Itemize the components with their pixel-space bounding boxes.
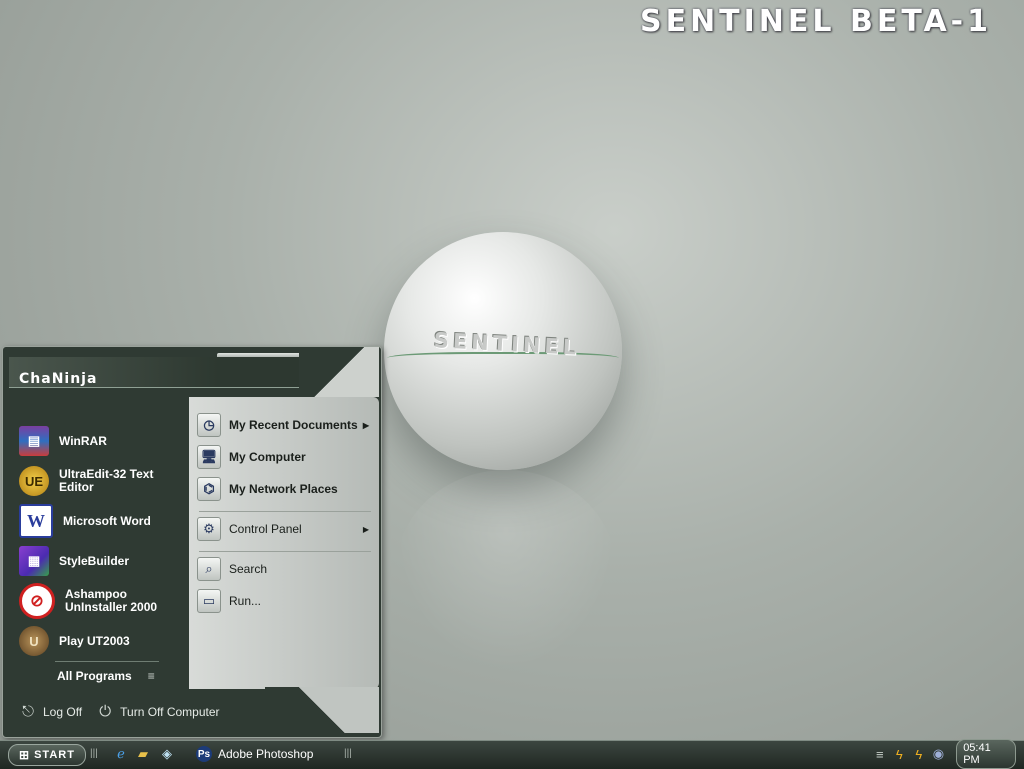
start-menu: ChaNinja ▤ WinRAR UE UltraEdit-32 Text E… (2, 346, 382, 738)
start-button[interactable]: ⊞ START (8, 744, 86, 766)
task-button-photoshop[interactable]: Ps Adobe Photoshop (196, 744, 340, 764)
show-desktop-icon[interactable]: ◈ (158, 745, 176, 763)
sentinel-sphere: SENTINEL (384, 232, 624, 472)
menu-lines-icon: ≡ (147, 669, 155, 683)
all-programs-separator (55, 661, 159, 662)
stylebuilder-icon: ▦ (19, 546, 49, 576)
lightning-icon[interactable]: ϟ (892, 746, 908, 762)
program-item-word[interactable]: W Microsoft Word (19, 501, 189, 541)
right-separator (199, 511, 371, 512)
program-item-winrar[interactable]: ▤ WinRAR (19, 421, 189, 461)
control-panel-icon: ⚙ (197, 517, 221, 541)
program-label: UltraEdit-32 Text Editor (59, 467, 154, 494)
network-icon: ⌬ (197, 477, 221, 501)
program-item-ashampoo[interactable]: ⊘ Ashampoo UnInstaller 2000 (19, 581, 189, 621)
right-separator (199, 551, 371, 552)
control-panel-label: Control Panel (229, 522, 302, 536)
submenu-arrow-icon: ▶ (362, 420, 369, 430)
user-name: ChaNinja (19, 371, 98, 387)
control-panel-item[interactable]: ⚙ Control Panel ▶ (197, 515, 373, 543)
all-programs-label: All Programs (57, 669, 132, 683)
my-computer-label: My Computer (229, 450, 306, 464)
run-item[interactable]: ▭ Run... (197, 587, 373, 615)
program-label: Play UT2003 (59, 633, 130, 648)
photoshop-icon: Ps (196, 746, 212, 762)
run-label: Run... (229, 594, 262, 608)
ashampoo-icon: ⊘ (19, 583, 55, 619)
clock[interactable]: 05:41 PM (956, 739, 1016, 769)
winrar-icon: ▤ (19, 426, 49, 456)
ultraedit-icon: UE (19, 466, 49, 496)
network-places-label: My Network Places (229, 482, 338, 496)
sphere-reflection (396, 470, 616, 670)
turn-off-label: Turn Off Computer (120, 705, 220, 719)
submenu-arrow-icon: ▶ (362, 524, 369, 534)
program-item-ut2003[interactable]: U Play UT2003 (19, 621, 189, 661)
desktop-banner: SENTINEL BETA-1 (639, 4, 992, 39)
ut2003-icon: U (19, 626, 49, 656)
lightning-icon[interactable]: ϟ (911, 746, 927, 762)
recent-documents-label: My Recent Documents (229, 418, 358, 432)
search-label: Search (229, 562, 268, 576)
taskbar-grip-icon[interactable]: ||| (344, 748, 352, 759)
my-computer-item[interactable]: 🖥 My Computer (197, 443, 373, 471)
volume-icon[interactable]: ◉ (931, 746, 947, 762)
internet-explorer-icon[interactable]: ℯ (112, 745, 130, 763)
program-label: Ashampoo UnInstaller 2000 (65, 587, 158, 614)
task-label: Adobe Photoshop (218, 747, 314, 761)
windows-logo-icon: ⊞ (19, 748, 31, 762)
recent-documents-item[interactable]: ◷ My Recent Documents ▶ (197, 411, 373, 439)
taskbar-grip-icon[interactable]: ||| (90, 748, 98, 759)
tray-menu-icon[interactable]: ≡ (872, 746, 888, 762)
program-item-stylebuilder[interactable]: ▦ StyleBuilder (19, 541, 189, 581)
start-label: START (34, 749, 75, 761)
log-off-label: Log Off (43, 705, 83, 719)
run-icon: ▭ (197, 589, 221, 613)
program-item-ultraedit[interactable]: UE UltraEdit-32 Text Editor (19, 461, 189, 501)
recent-documents-icon: ◷ (197, 413, 221, 437)
right-pane (189, 397, 379, 689)
right-pane-notch-top (299, 347, 379, 397)
turn-off-button[interactable]: ⏻ Turn Off Computer (96, 703, 219, 721)
search-icon: ⌕ (197, 557, 221, 581)
search-item[interactable]: ⌕ Search (197, 555, 373, 583)
word-icon: W (19, 504, 53, 538)
program-label: StyleBuilder (59, 553, 130, 568)
right-pane-notch-bottom (265, 687, 379, 733)
log-off-icon: ⎋ (22, 703, 34, 720)
log-off-button[interactable]: ⎋ Log Off (19, 703, 82, 721)
network-places-item[interactable]: ⌬ My Network Places (197, 475, 373, 503)
taskbar: ⊞ START ||| ℯ ▰ ◈ Ps Adobe Photoshop |||… (0, 739, 1024, 769)
start-menu-footer: ⎋ Log Off ⏻ Turn Off Computer (19, 703, 234, 721)
folder-icon[interactable]: ▰ (134, 745, 152, 763)
pinned-programs-list: ▤ WinRAR UE UltraEdit-32 Text Editor W M… (19, 421, 189, 661)
computer-icon: 🖥 (197, 445, 221, 469)
program-label: WinRAR (59, 433, 107, 448)
system-tray: ≡ ϟ ϟ ◉ 05:41 PM (872, 739, 1016, 769)
power-icon: ⏻ (99, 703, 112, 720)
program-label: Microsoft Word (63, 513, 151, 528)
all-programs-button[interactable]: All Programs ≡ (57, 669, 155, 683)
